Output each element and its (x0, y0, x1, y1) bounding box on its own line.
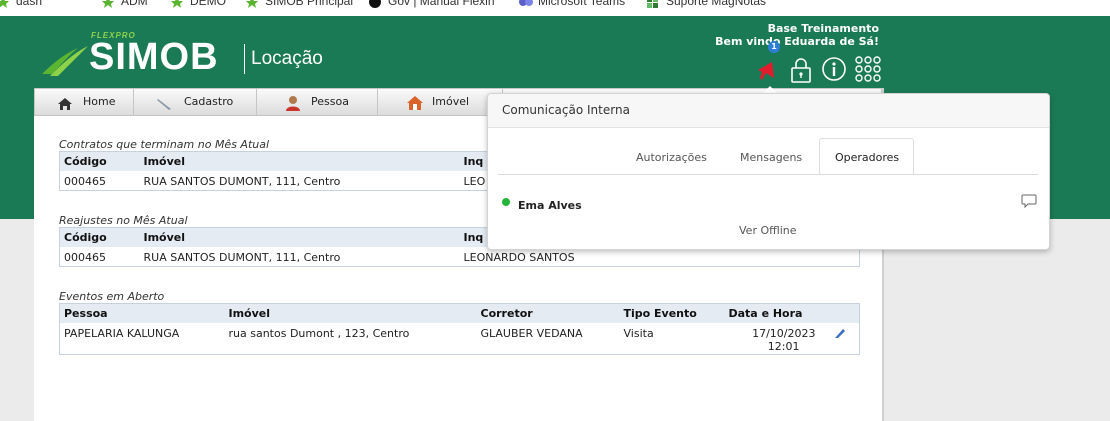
star-green-icon (101, 0, 115, 8)
bookmark-magnotas[interactable]: Suporte MagNotas (646, 0, 766, 8)
welcome-block: Base Treinamento Bem vindo Eduarda de Sá… (715, 22, 879, 48)
online-status-dot (502, 198, 510, 206)
adjustments-section-title: Reajustes no Mês Atual (59, 214, 188, 227)
popup-title: Comunicação Interna (502, 103, 630, 117)
column-header: Tipo Evento (619, 303, 725, 323)
tabs-divider (498, 174, 1038, 175)
event-datetime: 17/10/2023 12:01 (752, 326, 816, 353)
tab-mensagens[interactable]: Mensagens (740, 151, 802, 164)
bookmark-adm[interactable]: ADM (101, 0, 148, 8)
megaphone-icon[interactable] (754, 56, 780, 85)
column-header: Imóvel (139, 151, 460, 171)
house-icon (406, 95, 424, 121)
star-green-icon (245, 0, 259, 8)
logo-divider (244, 44, 245, 74)
lock-icon[interactable] (789, 56, 813, 87)
info-icon[interactable] (821, 56, 847, 85)
bookmark-teams[interactable]: Microsoft Teams (518, 0, 625, 8)
popup-header: Comunicação Interna (488, 94, 1049, 128)
column-header: Código (59, 151, 140, 171)
welcome-message: Bem vindo Eduarda de Sá! (715, 35, 879, 48)
menu-cadastro[interactable]: Cadastro (134, 89, 257, 115)
github-icon (368, 0, 382, 8)
menu-home[interactable]: Home (35, 89, 134, 115)
column-header: Imóvel (139, 227, 460, 247)
edit-icon[interactable] (830, 323, 860, 355)
magnotas-icon (646, 0, 660, 8)
menu-imovel[interactable]: Imóvel (378, 89, 503, 115)
company-name: Base Treinamento (767, 22, 879, 35)
home-icon (57, 95, 73, 121)
column-header: Corretor (476, 303, 620, 323)
pen-icon (156, 95, 174, 121)
star-green-icon (0, 0, 10, 8)
tab-autorizacoes[interactable]: Autorizações (636, 151, 707, 164)
column-header: Imóvel (224, 303, 477, 323)
menu-pessoa[interactable]: Pessoa (257, 89, 378, 115)
bookmark-dash[interactable]: dash (0, 0, 42, 8)
apps-grid-icon[interactable] (855, 56, 881, 85)
column-header: Pessoa (59, 303, 225, 323)
star-green-icon (170, 0, 184, 8)
logo-module-text: Locação (251, 48, 323, 69)
bookmark-gov-manual[interactable]: Gov | Manual Flexin (368, 0, 495, 8)
column-header (829, 303, 860, 323)
table-row[interactable]: PAPELARIA KALUNGA rua santos Dumont , 12… (60, 323, 860, 355)
events-section-title: Eventos em Aberto (59, 290, 165, 303)
tab-operadores-label: Operadores (835, 151, 900, 164)
column-header: Código (59, 227, 140, 247)
notification-badge: 1 (768, 41, 780, 53)
events-table: Pessoa Imóvel Corretor Tipo Evento Data … (59, 303, 860, 355)
logo-simob-text: SIMOB (89, 36, 219, 78)
bookmarks-bar: dash ADM DEMO SIMOB Principal Gov | Manu… (0, 0, 1110, 16)
view-offline-link[interactable]: Ver Offline (739, 224, 797, 237)
bookmark-demo[interactable]: DEMO (170, 0, 226, 8)
bookmark-simob-principal[interactable]: SIMOB Principal (245, 0, 353, 8)
contracts-section-title: Contratos que terminam no Mês Atual (59, 138, 270, 151)
person-icon (285, 95, 301, 121)
teams-icon (518, 0, 533, 8)
operator-name[interactable]: Ema Alves (518, 199, 582, 212)
chat-bubble-icon[interactable] (1021, 194, 1037, 211)
simob-logo-icon (42, 44, 92, 81)
column-header: Data e Hora (724, 303, 830, 323)
